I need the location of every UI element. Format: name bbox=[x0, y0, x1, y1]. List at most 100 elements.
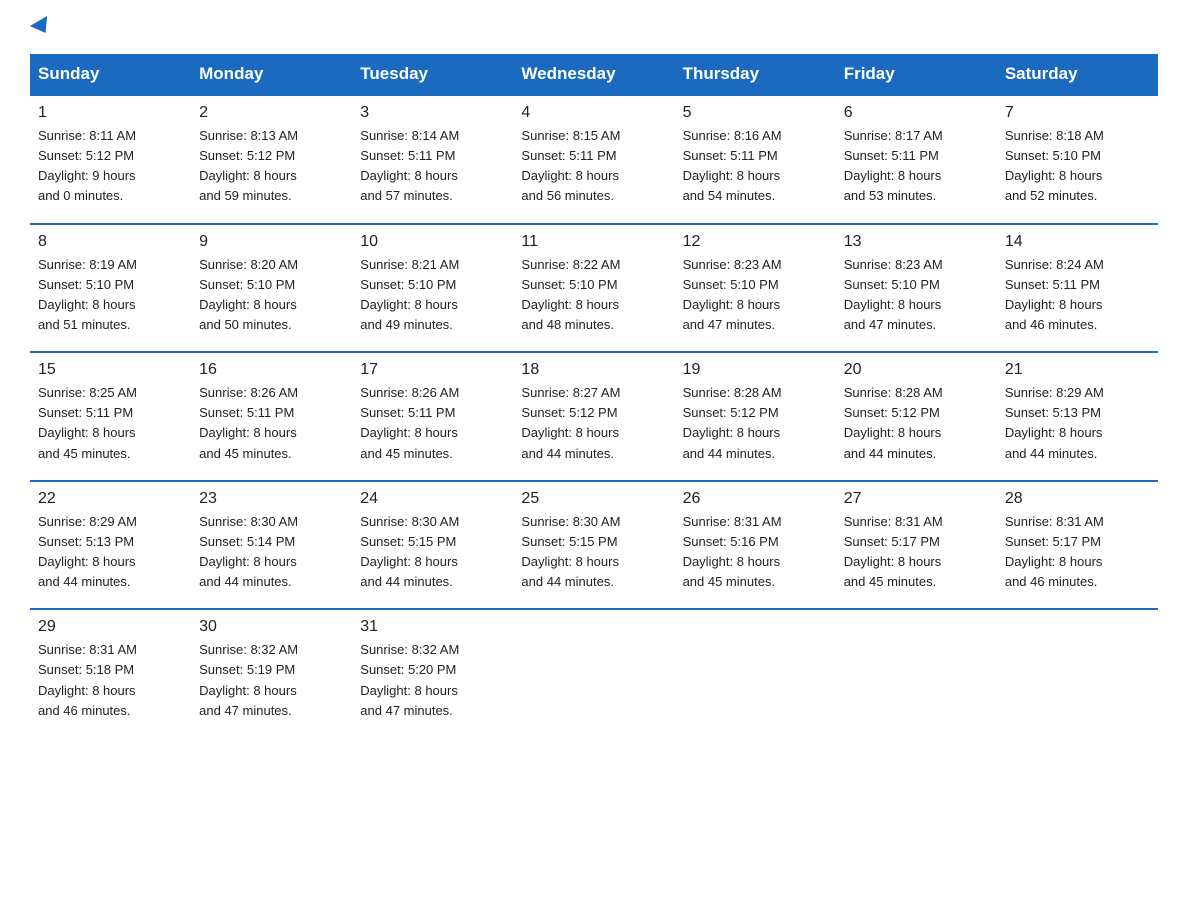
calendar-cell: 29 Sunrise: 8:31 AM Sunset: 5:18 PM Dayli… bbox=[30, 609, 191, 737]
weekday-header-sunday: Sunday bbox=[30, 54, 191, 95]
weekday-header-thursday: Thursday bbox=[675, 54, 836, 95]
day-detail: Sunrise: 8:13 AM Sunset: 5:12 PM Dayligh… bbox=[199, 126, 344, 207]
day-number: 4 bbox=[521, 104, 666, 122]
day-detail: Sunrise: 8:29 AM Sunset: 5:13 PM Dayligh… bbox=[38, 512, 183, 593]
day-number: 9 bbox=[199, 233, 344, 251]
weekday-header-row: SundayMondayTuesdayWednesdayThursdayFrid… bbox=[30, 54, 1158, 95]
day-detail: Sunrise: 8:17 AM Sunset: 5:11 PM Dayligh… bbox=[844, 126, 989, 207]
day-detail: Sunrise: 8:29 AM Sunset: 5:13 PM Dayligh… bbox=[1005, 383, 1150, 464]
calendar-cell: 28Sunrise: 8:31 AM Sunset: 5:17 PM Dayli… bbox=[997, 481, 1158, 610]
day-detail: Sunrise: 8:14 AM Sunset: 5:11 PM Dayligh… bbox=[360, 126, 505, 207]
calendar-cell: 2 Sunrise: 8:13 AM Sunset: 5:12 PM Daylig… bbox=[191, 95, 352, 224]
day-number: 1 bbox=[38, 104, 183, 122]
calendar-cell: 10Sunrise: 8:21 AM Sunset: 5:10 PM Dayli… bbox=[352, 224, 513, 353]
calendar-cell: 26Sunrise: 8:31 AM Sunset: 5:16 PM Dayli… bbox=[675, 481, 836, 610]
day-number: 31 bbox=[360, 618, 505, 636]
day-detail: Sunrise: 8:30 AM Sunset: 5:14 PM Dayligh… bbox=[199, 512, 344, 593]
calendar-cell: 30 Sunrise: 8:32 AM Sunset: 5:19 PM Dayli… bbox=[191, 609, 352, 737]
day-number: 26 bbox=[683, 490, 828, 508]
day-number: 19 bbox=[683, 361, 828, 379]
weekday-header-tuesday: Tuesday bbox=[352, 54, 513, 95]
day-number: 23 bbox=[199, 490, 344, 508]
day-number: 12 bbox=[683, 233, 828, 251]
calendar-cell: 27 Sunrise: 8:31 AM Sunset: 5:17 PM Dayli… bbox=[836, 481, 997, 610]
day-detail: Sunrise: 8:23 AM Sunset: 5:10 PM Dayligh… bbox=[844, 255, 989, 336]
day-detail: Sunrise: 8:16 AM Sunset: 5:11 PM Dayligh… bbox=[683, 126, 828, 207]
day-number: 20 bbox=[844, 361, 989, 379]
calendar-cell: 16 Sunrise: 8:26 AM Sunset: 5:11 PM Dayli… bbox=[191, 352, 352, 481]
calendar-cell: 4 Sunrise: 8:15 AM Sunset: 5:11 PM Daylig… bbox=[513, 95, 674, 224]
day-number: 27 bbox=[844, 490, 989, 508]
calendar-week-row: 22 Sunrise: 8:29 AM Sunset: 5:13 PM Dayli… bbox=[30, 481, 1158, 610]
calendar-cell: 11Sunrise: 8:22 AM Sunset: 5:10 PM Dayli… bbox=[513, 224, 674, 353]
day-number: 2 bbox=[199, 104, 344, 122]
day-detail: Sunrise: 8:15 AM Sunset: 5:11 PM Dayligh… bbox=[521, 126, 666, 207]
day-detail: Sunrise: 8:23 AM Sunset: 5:10 PM Dayligh… bbox=[683, 255, 828, 336]
calendar-cell bbox=[513, 609, 674, 737]
calendar-cell: 23 Sunrise: 8:30 AM Sunset: 5:14 PM Dayli… bbox=[191, 481, 352, 610]
calendar-cell: 20Sunrise: 8:28 AM Sunset: 5:12 PM Dayli… bbox=[836, 352, 997, 481]
calendar-cell bbox=[675, 609, 836, 737]
day-number: 5 bbox=[683, 104, 828, 122]
calendar-cell: 7 Sunrise: 8:18 AM Sunset: 5:10 PM Daylig… bbox=[997, 95, 1158, 224]
day-detail: Sunrise: 8:31 AM Sunset: 5:17 PM Dayligh… bbox=[844, 512, 989, 593]
calendar-week-row: 15 Sunrise: 8:25 AM Sunset: 5:11 PM Dayli… bbox=[30, 352, 1158, 481]
day-number: 8 bbox=[38, 233, 183, 251]
day-number: 15 bbox=[38, 361, 183, 379]
day-number: 3 bbox=[360, 104, 505, 122]
day-detail: Sunrise: 8:28 AM Sunset: 5:12 PM Dayligh… bbox=[683, 383, 828, 464]
day-detail: Sunrise: 8:25 AM Sunset: 5:11 PM Dayligh… bbox=[38, 383, 183, 464]
day-number: 13 bbox=[844, 233, 989, 251]
calendar-table: SundayMondayTuesdayWednesdayThursdayFrid… bbox=[30, 54, 1158, 737]
calendar-cell: 17 Sunrise: 8:26 AM Sunset: 5:11 PM Dayli… bbox=[352, 352, 513, 481]
calendar-cell: 25 Sunrise: 8:30 AM Sunset: 5:15 PM Dayli… bbox=[513, 481, 674, 610]
calendar-cell: 13 Sunrise: 8:23 AM Sunset: 5:10 PM Dayli… bbox=[836, 224, 997, 353]
day-detail: Sunrise: 8:32 AM Sunset: 5:19 PM Dayligh… bbox=[199, 640, 344, 721]
calendar-cell: 14 Sunrise: 8:24 AM Sunset: 5:11 PM Dayli… bbox=[997, 224, 1158, 353]
calendar-cell: 18 Sunrise: 8:27 AM Sunset: 5:12 PM Dayli… bbox=[513, 352, 674, 481]
calendar-cell: 31 Sunrise: 8:32 AM Sunset: 5:20 PM Dayli… bbox=[352, 609, 513, 737]
calendar-cell: 12 Sunrise: 8:23 AM Sunset: 5:10 PM Dayli… bbox=[675, 224, 836, 353]
day-number: 29 bbox=[38, 618, 183, 636]
day-detail: Sunrise: 8:22 AM Sunset: 5:10 PM Dayligh… bbox=[521, 255, 666, 336]
day-number: 22 bbox=[38, 490, 183, 508]
day-detail: Sunrise: 8:26 AM Sunset: 5:11 PM Dayligh… bbox=[360, 383, 505, 464]
calendar-cell bbox=[997, 609, 1158, 737]
weekday-header-monday: Monday bbox=[191, 54, 352, 95]
day-detail: Sunrise: 8:31 AM Sunset: 5:17 PM Dayligh… bbox=[1005, 512, 1150, 593]
day-number: 30 bbox=[199, 618, 344, 636]
weekday-header-wednesday: Wednesday bbox=[513, 54, 674, 95]
day-number: 24 bbox=[360, 490, 505, 508]
calendar-cell: 15 Sunrise: 8:25 AM Sunset: 5:11 PM Dayli… bbox=[30, 352, 191, 481]
day-number: 14 bbox=[1005, 233, 1150, 251]
day-detail: Sunrise: 8:24 AM Sunset: 5:11 PM Dayligh… bbox=[1005, 255, 1150, 336]
calendar-cell: 21 Sunrise: 8:29 AM Sunset: 5:13 PM Dayli… bbox=[997, 352, 1158, 481]
day-number: 16 bbox=[199, 361, 344, 379]
day-number: 17 bbox=[360, 361, 505, 379]
calendar-cell: 9Sunrise: 8:20 AM Sunset: 5:10 PM Daylig… bbox=[191, 224, 352, 353]
day-detail: Sunrise: 8:31 AM Sunset: 5:18 PM Dayligh… bbox=[38, 640, 183, 721]
day-number: 7 bbox=[1005, 104, 1150, 122]
calendar-cell: 19 Sunrise: 8:28 AM Sunset: 5:12 PM Dayli… bbox=[675, 352, 836, 481]
day-detail: Sunrise: 8:30 AM Sunset: 5:15 PM Dayligh… bbox=[360, 512, 505, 593]
day-number: 21 bbox=[1005, 361, 1150, 379]
day-detail: Sunrise: 8:27 AM Sunset: 5:12 PM Dayligh… bbox=[521, 383, 666, 464]
day-detail: Sunrise: 8:11 AM Sunset: 5:12 PM Dayligh… bbox=[38, 126, 183, 207]
calendar-week-row: 29 Sunrise: 8:31 AM Sunset: 5:18 PM Dayli… bbox=[30, 609, 1158, 737]
day-detail: Sunrise: 8:18 AM Sunset: 5:10 PM Dayligh… bbox=[1005, 126, 1150, 207]
day-number: 6 bbox=[844, 104, 989, 122]
calendar-cell: 6 Sunrise: 8:17 AM Sunset: 5:11 PM Daylig… bbox=[836, 95, 997, 224]
day-detail: Sunrise: 8:32 AM Sunset: 5:20 PM Dayligh… bbox=[360, 640, 505, 721]
day-number: 10 bbox=[360, 233, 505, 251]
day-detail: Sunrise: 8:30 AM Sunset: 5:15 PM Dayligh… bbox=[521, 512, 666, 593]
calendar-cell: 3 Sunrise: 8:14 AM Sunset: 5:11 PM Daylig… bbox=[352, 95, 513, 224]
page-header bbox=[30, 20, 1158, 34]
weekday-header-friday: Friday bbox=[836, 54, 997, 95]
day-detail: Sunrise: 8:26 AM Sunset: 5:11 PM Dayligh… bbox=[199, 383, 344, 464]
calendar-week-row: 1 Sunrise: 8:11 AM Sunset: 5:12 PM Daylig… bbox=[30, 95, 1158, 224]
day-number: 25 bbox=[521, 490, 666, 508]
calendar-cell: 24 Sunrise: 8:30 AM Sunset: 5:15 PM Dayli… bbox=[352, 481, 513, 610]
logo bbox=[30, 20, 52, 34]
day-number: 18 bbox=[521, 361, 666, 379]
logo-triangle-icon bbox=[30, 16, 54, 38]
